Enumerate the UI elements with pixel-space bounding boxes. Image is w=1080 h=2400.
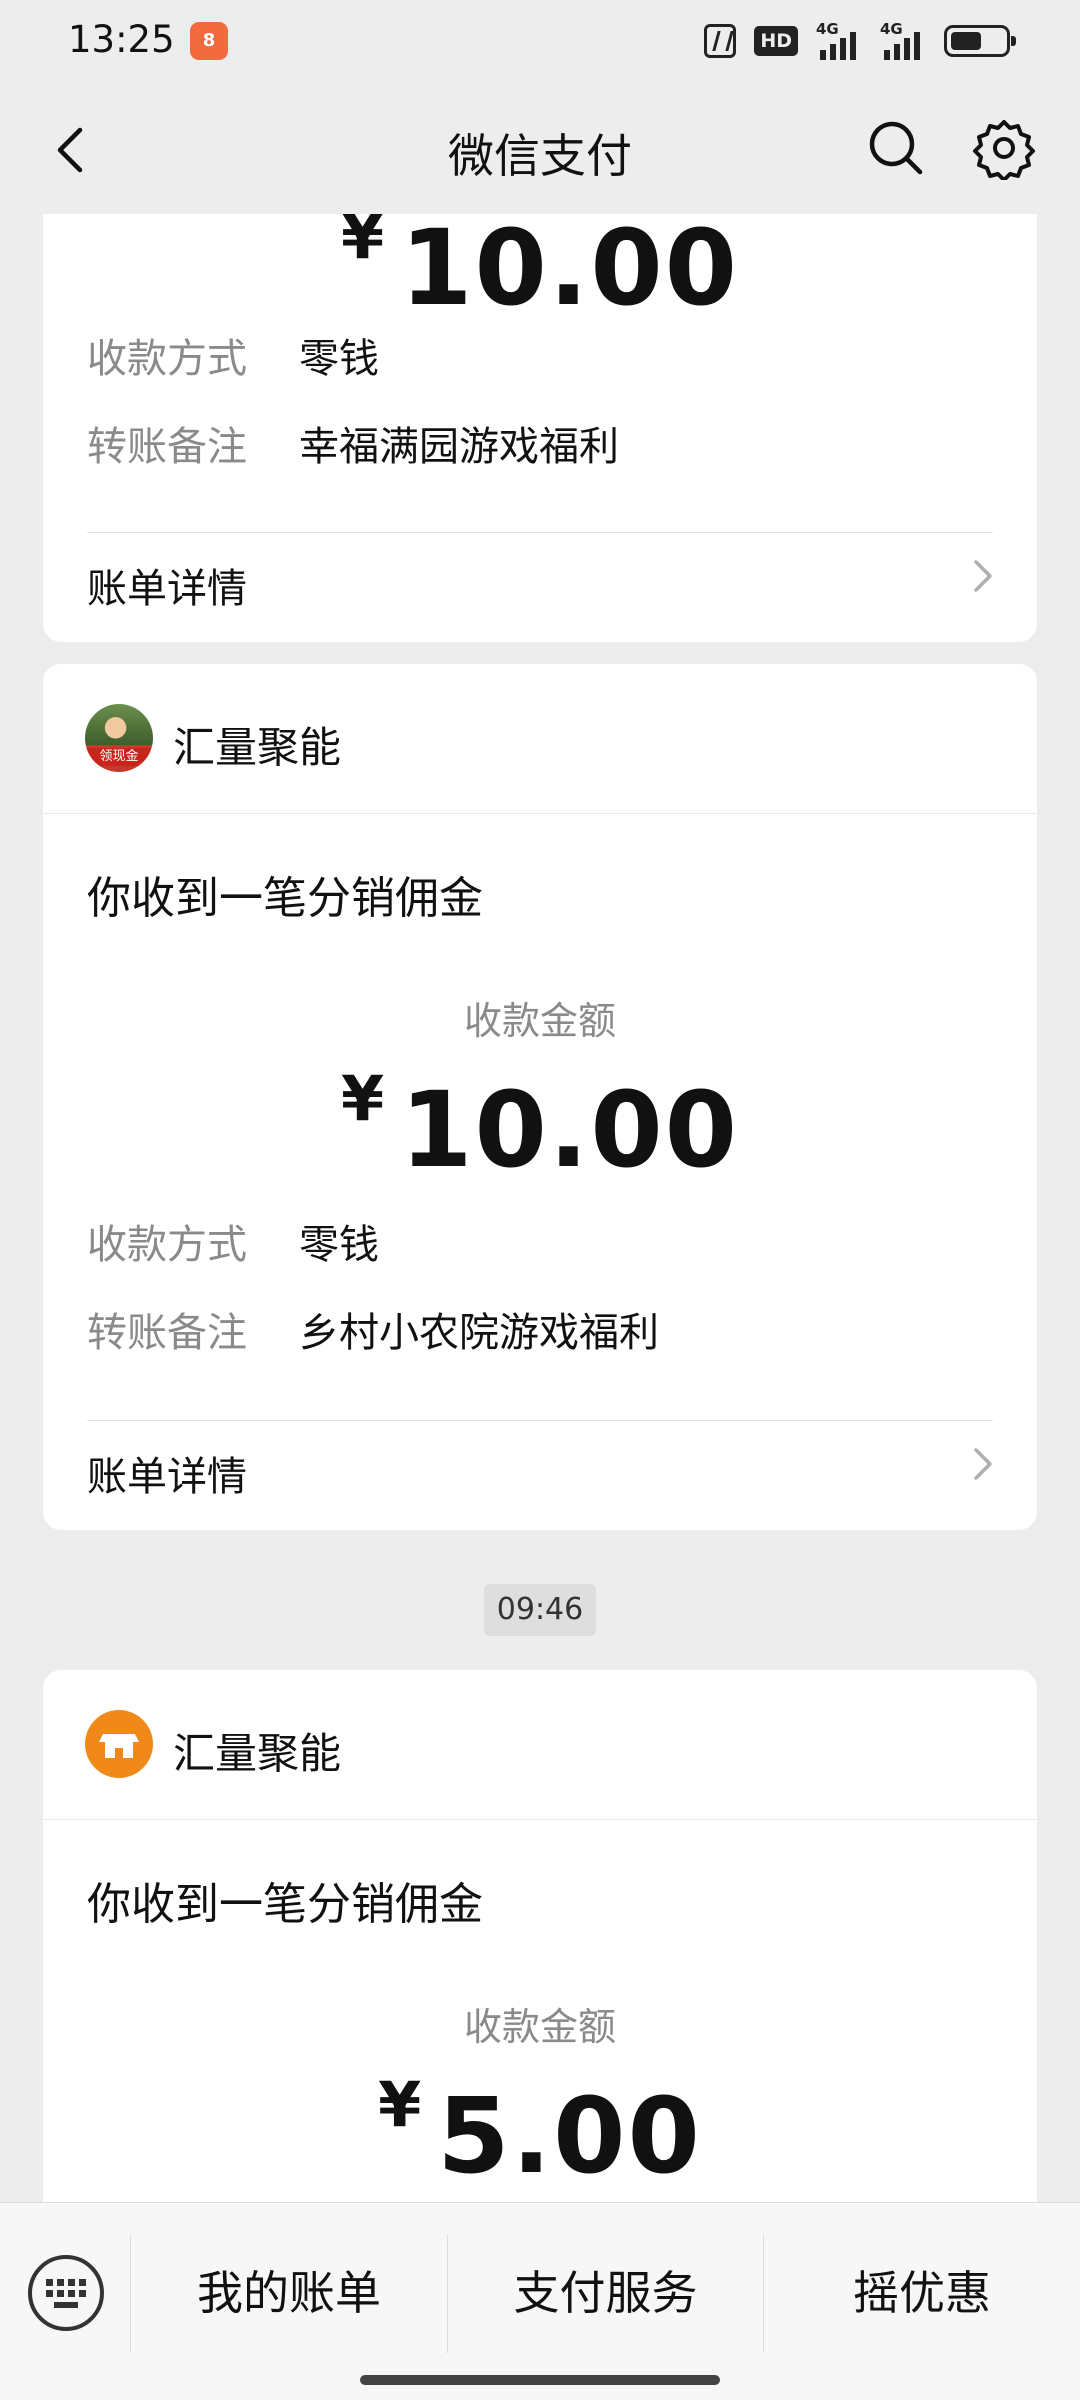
menu-my-bills[interactable]: 我的账单 [131, 2233, 447, 2353]
status-time: 13:25 [68, 18, 175, 61]
message-list[interactable]: ¥10.00 收款方式 零钱 转账备注 幸福满园游戏福利 账单详情 领现金 汇量聚能… [0, 214, 1080, 2202]
merchant-name: 汇量聚能 [173, 723, 342, 772]
keyboard-toggle-button[interactable] [28, 2255, 104, 2331]
home-indicator[interactable] [360, 2375, 720, 2385]
method-row: 收款方式 零钱 [87, 1212, 379, 1270]
amount-number: 10.00 [400, 214, 740, 329]
notice-title: 你收到一笔分销佣金 [87, 873, 483, 924]
chevron-right-icon [974, 1448, 992, 1480]
bill-detail-link[interactable]: 账单详情 [87, 556, 247, 614]
battery-icon [944, 25, 1016, 57]
amount-value: ¥5.00 [43, 2068, 1037, 2197]
method-value: 零钱 [299, 1222, 379, 1268]
method-value: 零钱 [299, 336, 379, 382]
store-icon [99, 1734, 139, 1758]
payment-card: 领现金 汇量聚能 你收到一笔分销佣金 收款金额 ¥10.00 收款方式 零钱 转账… [43, 664, 1037, 1530]
divider [87, 1420, 993, 1421]
method-label: 收款方式 [87, 336, 247, 382]
remark-label: 转账备注 [87, 1310, 247, 1356]
amount-label: 收款金额 [463, 999, 616, 1043]
hd-voice-icon: HD [754, 26, 798, 56]
search-icon[interactable] [866, 118, 926, 178]
remark-value: 乡村小农院游戏福利 [299, 1310, 659, 1356]
amount-value: ¥10.00 [43, 1062, 1037, 1191]
currency-symbol: ¥ [340, 214, 385, 273]
chevron-right-icon [974, 560, 992, 592]
remark-row: 转账备注 幸福满园游戏福利 [87, 414, 619, 472]
signal-sim1-icon: 4G [816, 20, 862, 60]
gear-icon[interactable] [972, 116, 1036, 180]
merchant-avatar [85, 1710, 153, 1778]
card-header: 领现金 汇量聚能 [43, 664, 1037, 814]
merchant-avatar: 领现金 [85, 704, 153, 772]
remark-value: 幸福满园游戏福利 [299, 424, 619, 470]
bill-detail-link[interactable]: 账单详情 [87, 1444, 247, 1502]
currency-symbol: ¥ [378, 2068, 422, 2141]
remark-row: 转账备注 乡村小农院游戏福利 [87, 1300, 659, 1358]
currency-symbol: ¥ [340, 1062, 385, 1135]
payment-card: 汇量聚能 你收到一笔分销佣金 收款金额 ¥5.00 [43, 1670, 1037, 2202]
merchant-name: 汇量聚能 [173, 1729, 342, 1778]
method-row: 收款方式 零钱 [87, 326, 379, 384]
status-indicators: HD 4G 4G [704, 20, 1016, 60]
method-label: 收款方式 [87, 1222, 247, 1268]
app-notification-icon: 8 [190, 22, 228, 60]
avatar-badge: 领现金 [87, 748, 151, 766]
amount-number: 10.00 [400, 1069, 740, 1191]
nfc-icon [704, 24, 737, 58]
title-bar: 微信支付 [0, 86, 1080, 214]
card-header: 汇量聚能 [43, 1670, 1037, 1820]
notice-title: 你收到一笔分销佣金 [87, 1879, 483, 1930]
remark-label: 转账备注 [87, 424, 247, 470]
payment-card: ¥10.00 收款方式 零钱 转账备注 幸福满园游戏福利 账单详情 [43, 214, 1037, 642]
amount-number: 5.00 [437, 2075, 702, 2197]
menu-shake-deals[interactable]: 摇优惠 [764, 2233, 1080, 2353]
menu-payment-services[interactable]: 支付服务 [448, 2233, 763, 2353]
amount-value: ¥10.00 [43, 214, 1037, 329]
divider [87, 532, 993, 533]
keyboard-icon [46, 2279, 86, 2308]
amount-label: 收款金额 [463, 2005, 616, 2049]
status-bar: 13:25 8 HD 4G 4G [0, 0, 1080, 86]
signal-sim2-icon: 4G [880, 20, 926, 60]
message-timestamp: 09:46 [484, 1584, 596, 1636]
bottom-menu: 我的账单 支付服务 摇优惠 [0, 2202, 1080, 2400]
